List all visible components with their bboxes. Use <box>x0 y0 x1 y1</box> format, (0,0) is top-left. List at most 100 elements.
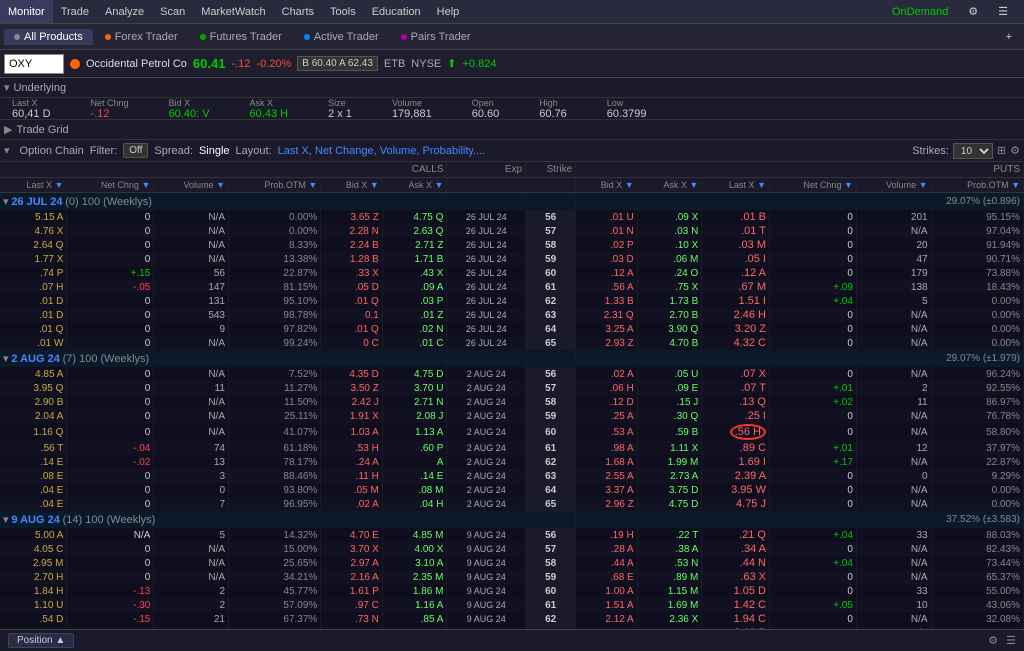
filter-button[interactable]: Off <box>123 143 148 158</box>
tab-all-products[interactable]: All Products <box>4 29 93 45</box>
col-put-ask[interactable]: Ask X ▼ <box>637 178 702 193</box>
table-row[interactable]: .08 E 0 3 88.46% .11 H .14 E 2 AUG 24 63… <box>0 469 1024 483</box>
underlying-bar[interactable]: ▾ Underlying <box>0 78 1024 98</box>
tab-futures-trader[interactable]: Futures Trader <box>190 29 292 45</box>
price-change: -.12 <box>231 58 250 70</box>
tab-forex-trader[interactable]: Forex Trader <box>95 29 188 45</box>
layout-label: Layout: <box>236 145 272 157</box>
add-tab-button[interactable]: + <box>998 24 1020 49</box>
und-ask-x: 60.43 H <box>250 108 289 120</box>
nav-marketwatch[interactable]: MarketWatch <box>193 0 273 23</box>
nav-tools[interactable]: Tools <box>322 0 364 23</box>
nav-charts[interactable]: Charts <box>274 0 322 23</box>
nav-monitor[interactable]: Monitor <box>0 0 53 23</box>
und-open: 60.60 <box>472 108 500 120</box>
nav-trade[interactable]: Trade <box>53 0 97 23</box>
trade-grid-bar[interactable]: ▶ Trade Grid <box>0 120 1024 140</box>
und-bid-x: 60.40: V <box>169 108 210 120</box>
table-row[interactable]: 2.04 A 0 N/A 25.11% 1.91 X 2.08 J 2 AUG … <box>0 409 1024 423</box>
table-row[interactable]: 5.15 A 0 N/A 0.00% 3.65 Z 4.75 Q 26 JUL … <box>0 210 1024 224</box>
table-row[interactable]: 3.95 Q 0 11 11.27% 3.50 Z 3.70 U 2 AUG 2… <box>0 381 1024 395</box>
col-put-last[interactable]: Last X ▼ <box>702 178 770 193</box>
table-row[interactable]: 2.64 Q 0 N/A 8.33% 2.24 B 2.71 Z 26 JUL … <box>0 238 1024 252</box>
position-tab[interactable]: Position ▲ <box>8 633 74 648</box>
price-range-badge: B 60.40 A 62.43 <box>297 56 378 71</box>
col-call-bid[interactable]: Bid X ▼ <box>321 178 383 193</box>
table-row[interactable]: .56 T -.04 74 61.18% .53 H .60 P 2 AUG 2… <box>0 441 1024 455</box>
table-row[interactable]: .04 E 0 0 93.80% .05 M .08 M 2 AUG 24 64… <box>0 483 1024 497</box>
col-put-bid[interactable]: Bid X ▼ <box>576 178 638 193</box>
table-row[interactable]: 1.16 Q 0 N/A 41.07% 1.03 A 1.13 A 2 AUG … <box>0 423 1024 441</box>
underlying-label: Underlying <box>14 82 67 94</box>
menu-icon[interactable]: ☰ <box>990 5 1016 18</box>
current-price: 60.41 <box>193 56 226 71</box>
ondemand-button[interactable]: OnDemand <box>884 6 956 18</box>
trade-grid-arrow: ▶ <box>4 123 12 136</box>
tab-dot <box>105 34 111 40</box>
und-high: 60.76 <box>539 108 567 120</box>
tab-active-trader[interactable]: Active Trader <box>294 29 389 45</box>
table-row[interactable]: 2.95 M 0 N/A 25.65% 2.97 A 3.10 A 9 AUG … <box>0 556 1024 570</box>
settings-icon[interactable]: ⚙ <box>960 5 986 18</box>
spread-label: Spread: <box>154 145 193 157</box>
nav-scan[interactable]: Scan <box>152 0 193 23</box>
col-call-prob[interactable]: Prob.OTM ▼ <box>229 178 321 193</box>
oc-arrow: ▾ <box>4 144 10 157</box>
table-row[interactable]: 2.90 B 0 N/A 11.50% 2.42 J 2.71 N 2 AUG … <box>0 395 1024 409</box>
tab-dot <box>401 34 407 40</box>
table-row[interactable]: .01 D 0 131 95.10% .01 Q .03 P 26 JUL 24… <box>0 294 1024 308</box>
options-table-container[interactable]: CALLS Exp Strike PUTS Last X ▼ Net Chng … <box>0 162 1024 643</box>
table-row[interactable]: .01 W 0 N/A 99.24% 0 C .01 C 26 JUL 24 6… <box>0 336 1024 350</box>
layout-value[interactable]: Last X, Net Change, Volume, Probability.… <box>278 145 486 157</box>
tab-bar: All Products Forex Trader Futures Trader… <box>0 24 1024 50</box>
settings-chain-icon[interactable]: ⚙ <box>1010 144 1020 157</box>
option-chain-header: ▾ Option Chain Filter: Off Spread: Singl… <box>0 140 1024 162</box>
table-row[interactable]: 4.05 C 0 N/A 15.00% 3.70 X 4.00 X 9 AUG … <box>0 542 1024 556</box>
table-row[interactable]: .01 D 0 543 98.78% 0.1 .01 Z 26 JUL 24 6… <box>0 308 1024 322</box>
table-row[interactable]: 1.10 U -.30 2 57.09% .97 C 1.16 A 9 AUG … <box>0 598 1024 612</box>
symbol-input[interactable] <box>4 54 64 74</box>
col-call-ask[interactable]: Ask X ▼ <box>382 178 447 193</box>
und-net-chng: -.12 <box>91 108 129 120</box>
table-row[interactable]: 4.85 A 0 N/A 7.52% 4.35 D 4.75 D 2 AUG 2… <box>0 367 1024 381</box>
table-row[interactable]: 4.76 X 0 N/A 0.00% 2.28 N 2.63 Q 26 JUL … <box>0 224 1024 238</box>
col-call-chng[interactable]: Net Chng ▼ <box>67 178 154 193</box>
symbol-bar: Occidental Petrol Co 60.41 -.12 -0.20% B… <box>0 50 1024 78</box>
filter-icon[interactable]: ⊞ <box>997 144 1006 157</box>
options-table: CALLS Exp Strike PUTS Last X ▼ Net Chng … <box>0 162 1024 643</box>
table-row[interactable]: 5.00 A N/A 5 14.32% 4.70 E 4.85 M 9 AUG … <box>0 528 1024 542</box>
col-call-vol[interactable]: Volume ▼ <box>154 178 229 193</box>
table-row[interactable]: .07 H -.05 147 81.15% .05 D .09 A 26 JUL… <box>0 280 1024 294</box>
nav-help[interactable]: Help <box>429 0 468 23</box>
bottom-menu[interactable]: ☰ <box>1006 634 1016 647</box>
col-strike <box>526 178 576 193</box>
col-put-chng[interactable]: Net Chng ▼ <box>769 178 856 193</box>
und-volume: 179,881 <box>392 108 432 120</box>
table-row[interactable]: .01 Q 0 9 97.82% .01 Q .02 N 26 JUL 24 6… <box>0 322 1024 336</box>
etb-label: ETB <box>384 58 405 70</box>
nav-education[interactable]: Education <box>364 0 429 23</box>
calls-header: CALLS <box>0 162 447 178</box>
underlying-arrow: ▾ <box>4 81 10 94</box>
col-call-last[interactable]: Last X ▼ <box>0 178 67 193</box>
table-row[interactable]: 1.77 X 0 N/A 13.38% 1.28 B 1.71 B 26 JUL… <box>0 252 1024 266</box>
bottom-bar: Position ▲ ⚙ ☰ <box>0 629 1024 651</box>
section-header-2AUG24[interactable]: ▾ 2 AUG 24 (7) 100 (Weeklys) 29.07% (±1.… <box>0 350 1024 367</box>
col-put-prob[interactable]: Prob.OTM ▼ <box>931 178 1023 193</box>
section-header-26JUL24[interactable]: ▾ 26 JUL 24 (0) 100 (Weeklys) 29.07% (±0… <box>0 193 1024 211</box>
section-header-9AUG24[interactable]: ▾ 9 AUG 24 (14) 100 (Weeklys) 37.52% (±3… <box>0 511 1024 528</box>
und-last-x: 60,41 D <box>12 108 51 120</box>
table-row[interactable]: .74 P +.15 56 22.87% .33 X .43 X 26 JUL … <box>0 266 1024 280</box>
tab-pairs-trader[interactable]: Pairs Trader <box>391 29 481 45</box>
table-row[interactable]: 2.70 H 0 N/A 34.21% 2.16 A 2.35 M 9 AUG … <box>0 570 1024 584</box>
net-change-pos: ⬆ <box>447 57 456 70</box>
table-row[interactable]: .54 D -.15 21 67.37% .73 N .85 A 9 AUG 2… <box>0 612 1024 626</box>
table-row[interactable]: .14 E -.02 13 78.17% .24 A A 2 AUG 24 62… <box>0 455 1024 469</box>
strikes-select[interactable]: 101520 <box>953 143 993 159</box>
table-row[interactable]: .04 E 0 7 96.95% .02 A .04 H 2 AUG 24 65… <box>0 497 1024 511</box>
table-row[interactable]: 1.84 H -.13 2 45.77% 1.61 P 1.86 M 9 AUG… <box>0 584 1024 598</box>
col-put-vol[interactable]: Volume ▼ <box>856 178 931 193</box>
nav-analyze[interactable]: Analyze <box>97 0 152 23</box>
bottom-settings[interactable]: ⚙ <box>988 634 998 647</box>
tab-dot <box>14 34 20 40</box>
